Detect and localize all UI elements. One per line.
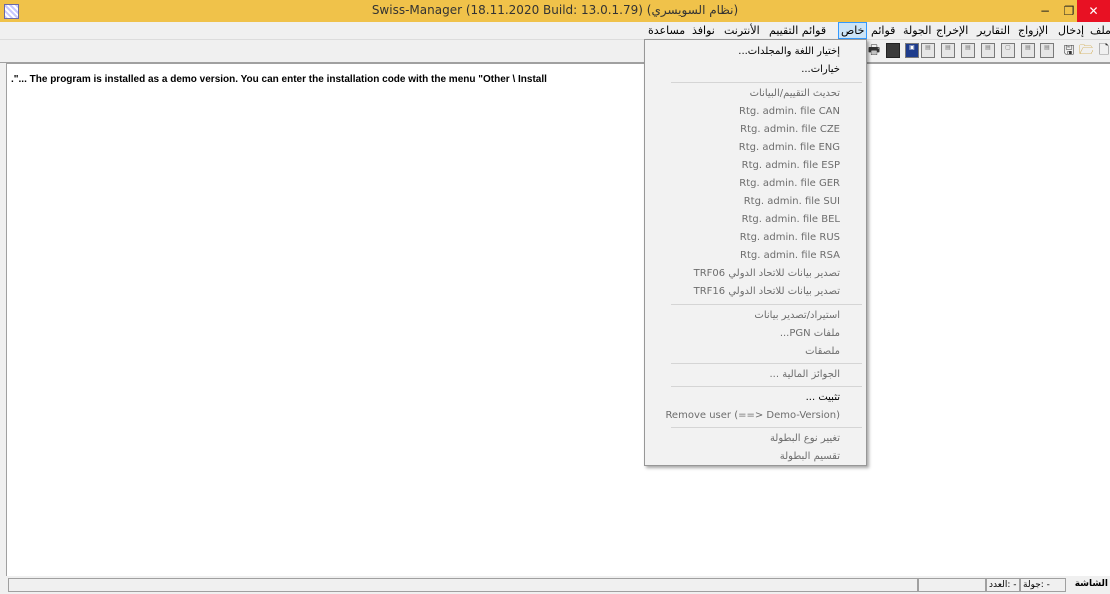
status-screen-label: الشاشة xyxy=(1066,578,1110,592)
status-panel-main xyxy=(8,578,918,592)
rd-icon[interactable]: ▤ xyxy=(921,43,935,58)
menu-item-pgn-files[interactable]: ملفات PGN... xyxy=(645,325,866,342)
menu-separator xyxy=(671,82,862,83)
menu-lists[interactable]: قوائم xyxy=(869,23,897,38)
sp-icon[interactable]: ▤ xyxy=(1021,43,1035,58)
menu-item-rtg-rsa[interactable]: Rtg. admin. file RSA xyxy=(645,247,866,264)
title-bar: Swiss-Manager (18.11.2020 Build: 13.0.1.… xyxy=(0,0,1110,22)
print-icon[interactable]: 🖶 xyxy=(867,43,881,58)
menu-item-options[interactable]: خيارات... xyxy=(645,61,866,78)
close-button[interactable]: ✕ xyxy=(1077,0,1110,22)
menu-separator xyxy=(671,427,862,428)
menu-item-rtg-bel[interactable]: Rtg. admin. file BEL xyxy=(645,211,866,228)
score-icon[interactable]: ▤ xyxy=(961,43,975,58)
menu-output[interactable]: الإخراج xyxy=(934,23,970,38)
menu-item-rtg-cze[interactable]: Rtg. admin. file CZE xyxy=(645,121,866,138)
menu-item-install[interactable]: تثبيت ... xyxy=(645,389,866,406)
menu-rating-lists[interactable]: قوائم التقييم xyxy=(767,23,828,38)
elo-icon[interactable]: ▣ xyxy=(905,43,919,58)
menu-reports[interactable]: التقارير xyxy=(975,23,1012,38)
status-round: جولة: - xyxy=(1020,578,1066,592)
menu-item-export-trf06[interactable]: تصدير بيانات للاتحاد الدولي TRF06 xyxy=(645,265,866,282)
status-bar: العدد: - جولة: - الشاشة xyxy=(0,576,1110,594)
toolbar: 🗋 🗁 🖫 ▤ ▤ ▢ ▤ ▤ ▤ ▤ ▣ 🖶 xyxy=(0,40,1110,63)
menu-item-update-rating[interactable]: تحديث التقييم/البيانات xyxy=(645,85,866,102)
tur-icon[interactable]: ▤ xyxy=(941,43,955,58)
menu-item-rtg-esp[interactable]: Rtg. admin. file ESP xyxy=(645,157,866,174)
menu-item-rtg-rus[interactable]: Rtg. admin. file RUS xyxy=(645,229,866,246)
menu-item-export-trf16[interactable]: تصدير بيانات للاتحاد الدولي TRF16 xyxy=(645,283,866,300)
status-panel-blank xyxy=(918,578,986,592)
menu-item-import-export[interactable]: استيراد/تصدير بيانات xyxy=(645,307,866,324)
menu-item-rtg-ger[interactable]: Rtg. admin. file GER xyxy=(645,175,866,192)
menu-separator xyxy=(671,386,862,387)
menu-item-split-tournament[interactable]: تقسيم البطولة xyxy=(645,448,866,465)
menu-help[interactable]: مساعدة xyxy=(646,23,687,38)
menu-separator xyxy=(671,304,862,305)
window-title: Swiss-Manager (18.11.2020 Build: 13.0.1.… xyxy=(371,3,739,17)
status-count: العدد: - xyxy=(986,578,1020,592)
menu-round[interactable]: الجولة xyxy=(901,23,933,38)
open-folder-icon[interactable]: 🗁 xyxy=(1079,43,1093,58)
menu-item-change-tournament-type[interactable]: تغيير نوع البطولة xyxy=(645,430,866,447)
armenian-pairing-icon[interactable]: ▤ xyxy=(1040,43,1054,58)
menu-separator xyxy=(671,363,862,364)
special-menu-dropdown: إختيار اللغة والمجلدات... خيارات... تحدي… xyxy=(644,39,867,466)
demo-version-message: ."... The program is installed as a demo… xyxy=(11,74,547,85)
menu-item-rtg-can[interactable]: Rtg. admin. file CAN xyxy=(645,103,866,120)
menu-bar: ملف إدخال الإزواج التقارير الإخراج الجول… xyxy=(0,22,1110,40)
sp-icon[interactable]: ▤ xyxy=(981,43,995,58)
menu-item-prize-money[interactable]: الجوائز المالية ... xyxy=(645,366,866,383)
menu-pairing[interactable]: الإزواج xyxy=(1016,23,1050,38)
menu-item-language-folders[interactable]: إختيار اللغة والمجلدات... xyxy=(645,43,866,60)
menu-file[interactable]: ملف xyxy=(1088,23,1110,38)
menu-item-rtg-sui[interactable]: Rtg. admin. file SUI xyxy=(645,193,866,210)
menu-windows[interactable]: نوافذ xyxy=(690,23,717,38)
new-file-icon[interactable]: 🗋 xyxy=(1097,43,1110,58)
menu-item-rtg-eng[interactable]: Rtg. admin. file ENG xyxy=(645,139,866,156)
save-icon[interactable]: 🖫 xyxy=(1062,43,1076,58)
menu-item-labels[interactable]: ملصقات xyxy=(645,343,866,360)
menu-special[interactable]: خاص xyxy=(838,22,868,39)
page-icon[interactable]: ▢ xyxy=(1001,43,1015,58)
screen-icon[interactable] xyxy=(886,43,900,58)
menu-input[interactable]: إدخال xyxy=(1056,23,1086,38)
main-workspace: ."... The program is installed as a demo… xyxy=(6,63,1110,576)
menu-item-remove-user[interactable]: Remove user (==> Demo-Version) xyxy=(645,407,866,424)
menu-internet[interactable]: الأنترنت xyxy=(722,23,762,38)
